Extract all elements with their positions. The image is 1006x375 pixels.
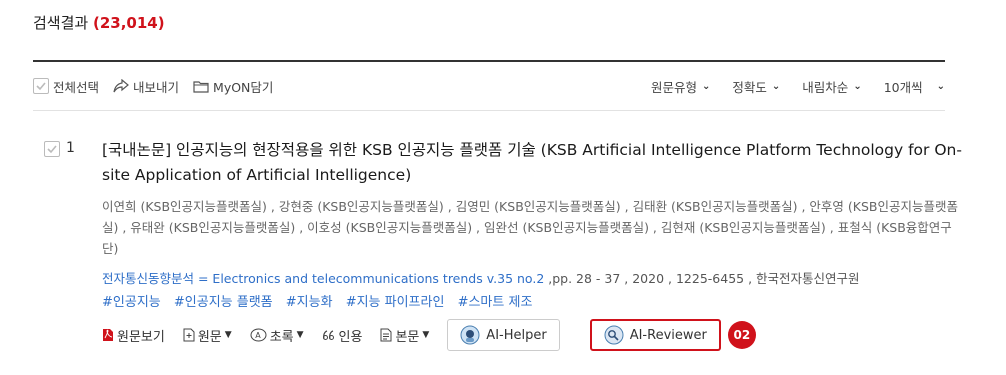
export-label: 내보내기 (133, 79, 180, 95)
cite-button[interactable]: 인용 (322, 326, 363, 345)
item-title-link[interactable]: [국내논문] 인공지능의 현장적용을 위한 KSB 인공지능 플랫폼 기술 (K… (102, 138, 964, 188)
item-actions: 원문보기 원문 ▼ A 초록 ▼ 인용 본문 ▼ AI-Helper AI-Re… (102, 318, 756, 352)
abstract-icon: A (250, 328, 267, 343)
chevron-down-icon: ⌄ (936, 80, 945, 92)
quote-icon (322, 329, 336, 341)
svg-text:A: A (255, 331, 261, 340)
cite-label: 인용 (338, 329, 363, 345)
tag-link[interactable]: #스마트 제조 (458, 295, 533, 310)
checkbox-icon (33, 78, 49, 94)
ai-helper-label: AI-Helper (486, 327, 547, 343)
folder-icon (193, 80, 209, 93)
original-label: 원문 (197, 329, 222, 345)
page-size-label: 10개씩 (883, 79, 923, 95)
step-badge: 02 (727, 321, 756, 349)
share-icon (113, 79, 129, 93)
select-all-checkbox[interactable]: 전체선택 (33, 77, 99, 96)
myon-label: MyON담기 (213, 79, 274, 95)
journal-details: ,pp. 28 - 37 , 2020 , 1225-6455 , 한국전자통신… (544, 271, 860, 286)
pdf-icon (102, 328, 114, 342)
sort-accuracy-label: 정확도 (732, 79, 767, 95)
document-plus-icon (183, 328, 195, 342)
ai-helper-icon (460, 325, 480, 345)
chevron-down-icon: ⌄ (853, 80, 862, 92)
page-size-dropdown[interactable]: 10개씩 ⌄ (884, 77, 945, 96)
tag-link[interactable]: #지능 파이프라인 (346, 295, 445, 310)
myon-button[interactable]: MyON담기 (193, 77, 273, 96)
toolbar: 전체선택 내보내기 MyON담기 원문유형 ⌄ 정확도 ⌄ 내림차순 ⌄ 10개씩 ⌄ (33, 73, 945, 99)
ai-reviewer-icon (604, 325, 624, 345)
body-label: 본문 (395, 329, 420, 345)
item-tags: #인공지능 #인공지능 플랫폼 #지능화 #지능 파이프라인 #스마트 제조 (102, 291, 541, 310)
export-button[interactable]: 내보내기 (113, 77, 179, 96)
item-checkbox[interactable] (44, 141, 60, 157)
abstract-dropdown[interactable]: A 초록 ▼ (250, 326, 304, 345)
item-number: 1 (66, 140, 75, 156)
document-text-icon (380, 328, 392, 342)
original-view-label: 원문보기 (117, 329, 165, 345)
sort-order-dropdown[interactable]: 내림차순 ⌄ (802, 77, 861, 96)
results-label: 검색결과 (33, 14, 89, 32)
toolbar-top-border (33, 60, 945, 62)
sort-accuracy-dropdown[interactable]: 정확도 ⌄ (732, 77, 780, 96)
sort-doctype-label: 원문유형 (650, 79, 697, 95)
original-view-button[interactable]: 원문보기 (102, 326, 165, 345)
results-header: 검색결과 (23,014) (33, 12, 165, 33)
select-all-label: 전체선택 (53, 79, 100, 95)
caret-down-icon: ▼ (296, 330, 304, 340)
abstract-label: 초록 (269, 329, 294, 345)
journal-link[interactable]: 전자통신동향분석 = Electronics and telecommunica… (102, 271, 544, 286)
chevron-down-icon: ⌄ (702, 80, 711, 92)
original-dropdown[interactable]: 원문 ▼ (183, 326, 232, 345)
chevron-down-icon: ⌄ (771, 80, 781, 92)
tag-link[interactable]: #인공지능 (102, 295, 161, 310)
ai-reviewer-label: AI-Reviewer (629, 327, 707, 343)
sort-doctype-dropdown[interactable]: 원문유형 ⌄ (651, 77, 710, 96)
caret-down-icon: ▼ (422, 330, 430, 340)
tag-link[interactable]: #지능화 (286, 295, 333, 310)
ai-reviewer-button[interactable]: AI-Reviewer (589, 319, 721, 351)
toolbar-divider (33, 110, 945, 111)
body-dropdown[interactable]: 본문 ▼ (380, 326, 429, 345)
tag-link[interactable]: #인공지능 플랫폼 (174, 295, 273, 310)
results-count: (23,014) (92, 14, 165, 32)
caret-down-icon: ▼ (224, 330, 232, 340)
sort-order-label: 내림차순 (802, 79, 849, 95)
item-authors: 이연희 (KSB인공지능플랫폼실) , 강현중 (KSB인공지능플랫폼실) , … (102, 199, 958, 256)
item-journal: 전자통신동향분석 = Electronics and telecommunica… (102, 268, 964, 287)
ai-helper-button[interactable]: AI-Helper (447, 319, 560, 351)
